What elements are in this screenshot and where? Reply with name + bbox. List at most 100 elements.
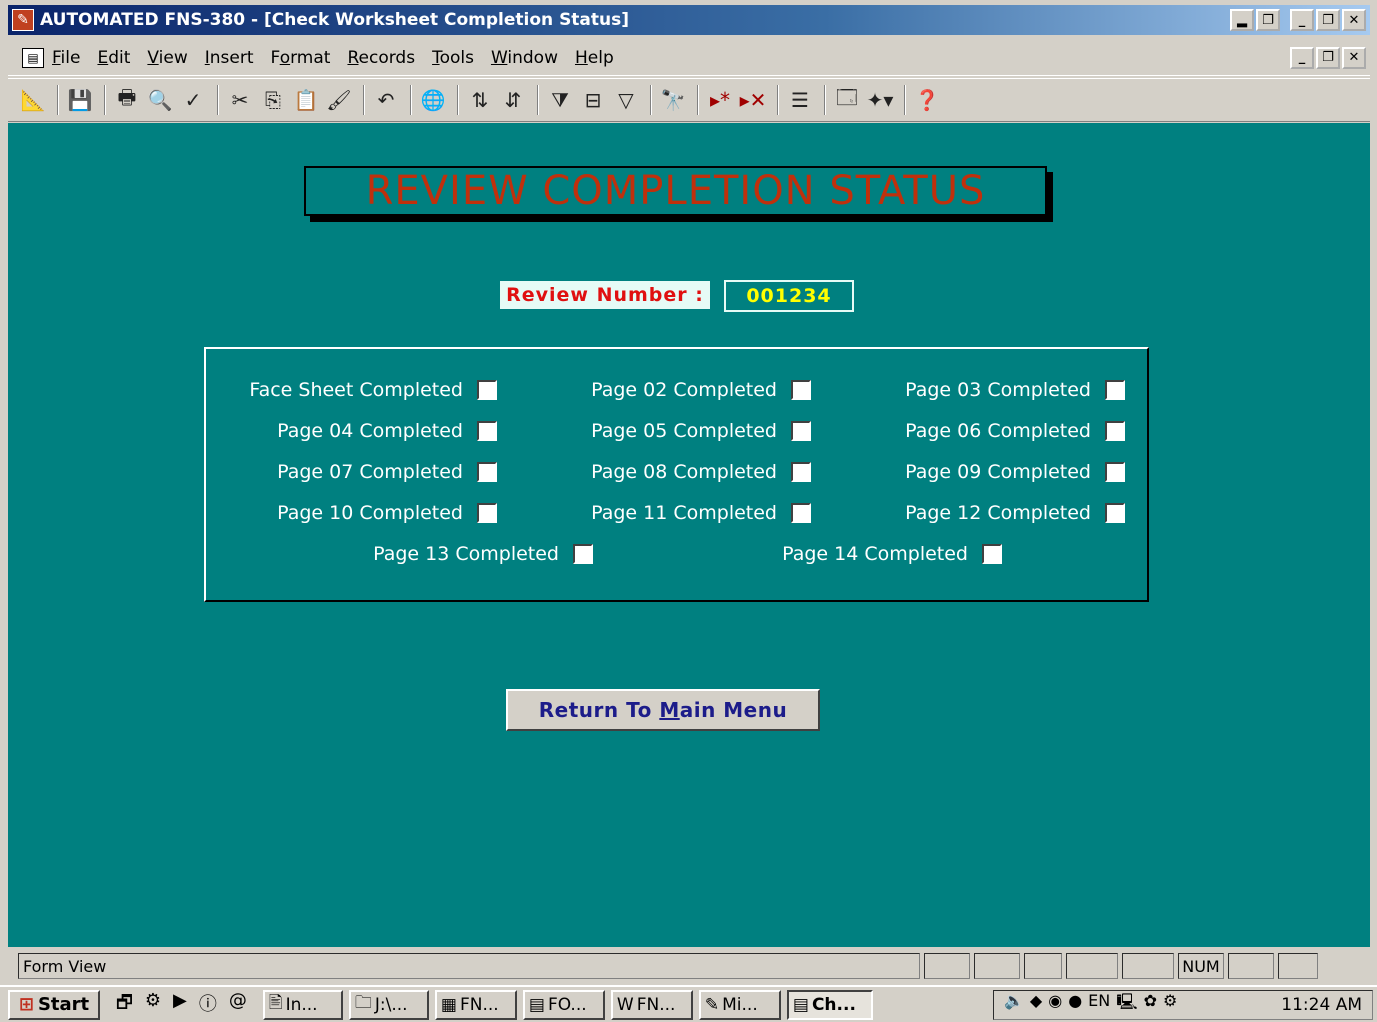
page-11-checkbox[interactable]: [791, 503, 811, 523]
windows-flag-icon: ⊞: [18, 994, 34, 1015]
network-icon[interactable]: 🖳: [1116, 991, 1137, 1018]
menu-records[interactable]: Records: [347, 48, 415, 68]
menu-format-key: o: [279, 47, 291, 68]
face-sheet-checkbox[interactable]: [477, 380, 497, 400]
menu-edit[interactable]: Edit: [97, 48, 130, 68]
doc-close-button[interactable]: ✕: [1342, 46, 1366, 69]
doc-restore-button[interactable]: ❐: [1316, 46, 1340, 69]
sort-ascending-icon[interactable]: ⇅: [465, 85, 495, 115]
delete-record-icon[interactable]: ▸✕: [738, 85, 768, 115]
review-number-field[interactable]: 001234: [724, 280, 854, 312]
page-03-row[interactable]: Page 03 Completed: [905, 379, 1125, 401]
status-text: Form View: [18, 953, 920, 979]
properties-icon[interactable]: ☰: [785, 85, 815, 115]
menu-file[interactable]: File: [52, 48, 80, 68]
access-app-icon[interactable]: ✎: [12, 9, 34, 31]
restore-button[interactable]: ❐: [1256, 9, 1280, 31]
start-button[interactable]: ⊞ Start: [8, 989, 100, 1020]
print-preview-icon[interactable]: 🔍: [145, 85, 175, 115]
checkbox-label: Page 02 Completed: [591, 379, 777, 401]
task-button-active[interactable]: ▤ Ch...: [786, 989, 873, 1020]
media-player-icon[interactable]: ▶: [173, 990, 187, 1020]
face-sheet-row[interactable]: Face Sheet Completed: [249, 379, 497, 401]
form-document-icon[interactable]: ▤: [22, 47, 44, 68]
volume-icon[interactable]: 🔈: [1004, 991, 1024, 1018]
app-restore-button[interactable]: ❐: [1316, 9, 1340, 31]
quick-launch-info-icon[interactable]: ⓘ: [199, 990, 217, 1020]
page-08-row[interactable]: Page 08 Completed: [591, 461, 811, 483]
sort-descending-icon[interactable]: ⇵: [498, 85, 528, 115]
close-button[interactable]: ✕: [1342, 9, 1366, 31]
page-12-row[interactable]: Page 12 Completed: [905, 502, 1125, 524]
copy-icon[interactable]: ⎘: [258, 85, 288, 115]
ati-icon[interactable]: ◉: [1048, 991, 1062, 1018]
page-09-checkbox[interactable]: [1105, 462, 1125, 482]
return-to-main-menu-button[interactable]: Return To Main Menu: [506, 689, 820, 731]
page-03-checkbox[interactable]: [1105, 380, 1125, 400]
outlook-express-icon[interactable]: @: [229, 990, 247, 1020]
page-07-checkbox[interactable]: [477, 462, 497, 482]
page-09-row[interactable]: Page 09 Completed: [905, 461, 1125, 483]
page-06-checkbox[interactable]: [1105, 421, 1125, 441]
undo-icon[interactable]: ↶: [371, 85, 401, 115]
page-04-checkbox[interactable]: [477, 421, 497, 441]
page-13-checkbox[interactable]: [573, 544, 593, 564]
status-cell: [1066, 953, 1118, 979]
page-05-checkbox[interactable]: [791, 421, 811, 441]
help-icon[interactable]: ❓: [912, 85, 942, 115]
language-indicator[interactable]: EN: [1088, 991, 1110, 1018]
tray-app-icon[interactable]: ◆: [1030, 991, 1042, 1018]
page-05-row[interactable]: Page 05 Completed: [591, 420, 811, 442]
task-button[interactable]: ▤ FO...: [522, 989, 605, 1020]
menu-window[interactable]: Window: [491, 48, 558, 68]
task-button[interactable]: ✎ Mi...: [698, 989, 781, 1020]
find-icon[interactable]: 🔭: [658, 85, 688, 115]
tray-app-icon[interactable]: ⚙: [1163, 991, 1177, 1018]
tray-app-icon[interactable]: ●: [1068, 991, 1082, 1018]
page-04-row[interactable]: Page 04 Completed: [277, 420, 497, 442]
page-10-row[interactable]: Page 10 Completed: [277, 502, 497, 524]
new-object-icon[interactable]: ✦▾: [865, 85, 895, 115]
cut-icon[interactable]: ✂: [225, 85, 255, 115]
apply-filter-icon[interactable]: ▽: [611, 85, 641, 115]
page-14-row[interactable]: Page 14 Completed: [782, 543, 1002, 565]
filter-by-selection-icon[interactable]: ⧩: [545, 85, 575, 115]
menu-format[interactable]: Format: [271, 48, 331, 68]
doc-minimize-button[interactable]: _: [1290, 46, 1314, 69]
task-button[interactable]: 🗀 J:\...: [348, 989, 429, 1020]
database-window-icon[interactable]: 🗔: [832, 85, 862, 115]
save-icon[interactable]: 💾: [65, 85, 95, 115]
spelling-icon[interactable]: ✓: [178, 85, 208, 115]
format-painter-icon[interactable]: 🖌: [324, 85, 354, 115]
menu-insert[interactable]: Insert: [205, 48, 254, 68]
design-view-icon[interactable]: 📐: [18, 85, 48, 115]
task-button[interactable]: ▦ FN...: [434, 989, 517, 1020]
task-button[interactable]: W FN...: [610, 989, 693, 1020]
page-13-row[interactable]: Page 13 Completed: [373, 543, 593, 565]
page-02-row[interactable]: Page 02 Completed: [591, 379, 811, 401]
menu-records-key: R: [347, 47, 359, 68]
page-14-checkbox[interactable]: [982, 544, 1002, 564]
page-06-row[interactable]: Page 06 Completed: [905, 420, 1125, 442]
task-button[interactable]: 🖹 In...: [262, 989, 343, 1020]
checkbox-label: Page 08 Completed: [591, 461, 777, 483]
hyperlink-icon[interactable]: 🌐: [418, 85, 448, 115]
new-record-icon[interactable]: ▸*: [705, 85, 735, 115]
page-02-checkbox[interactable]: [791, 380, 811, 400]
page-10-checkbox[interactable]: [477, 503, 497, 523]
paste-icon[interactable]: 📋: [291, 85, 321, 115]
quick-launch-app-icon[interactable]: ⚙: [145, 990, 161, 1020]
tray-app-icon[interactable]: ✿: [1144, 991, 1157, 1018]
page-12-checkbox[interactable]: [1105, 503, 1125, 523]
menu-view[interactable]: View: [147, 48, 187, 68]
menu-help[interactable]: Help: [575, 48, 614, 68]
print-icon[interactable]: 🖶: [112, 85, 142, 115]
page-11-row[interactable]: Page 11 Completed: [591, 502, 811, 524]
menu-tools[interactable]: Tools: [432, 48, 474, 68]
app-minimize-button[interactable]: _: [1290, 9, 1314, 31]
minimize-button[interactable]: ▂: [1230, 9, 1254, 31]
filter-by-form-icon[interactable]: ⊟: [578, 85, 608, 115]
page-08-checkbox[interactable]: [791, 462, 811, 482]
show-desktop-icon[interactable]: 🗗: [116, 990, 133, 1020]
page-07-row[interactable]: Page 07 Completed: [277, 461, 497, 483]
